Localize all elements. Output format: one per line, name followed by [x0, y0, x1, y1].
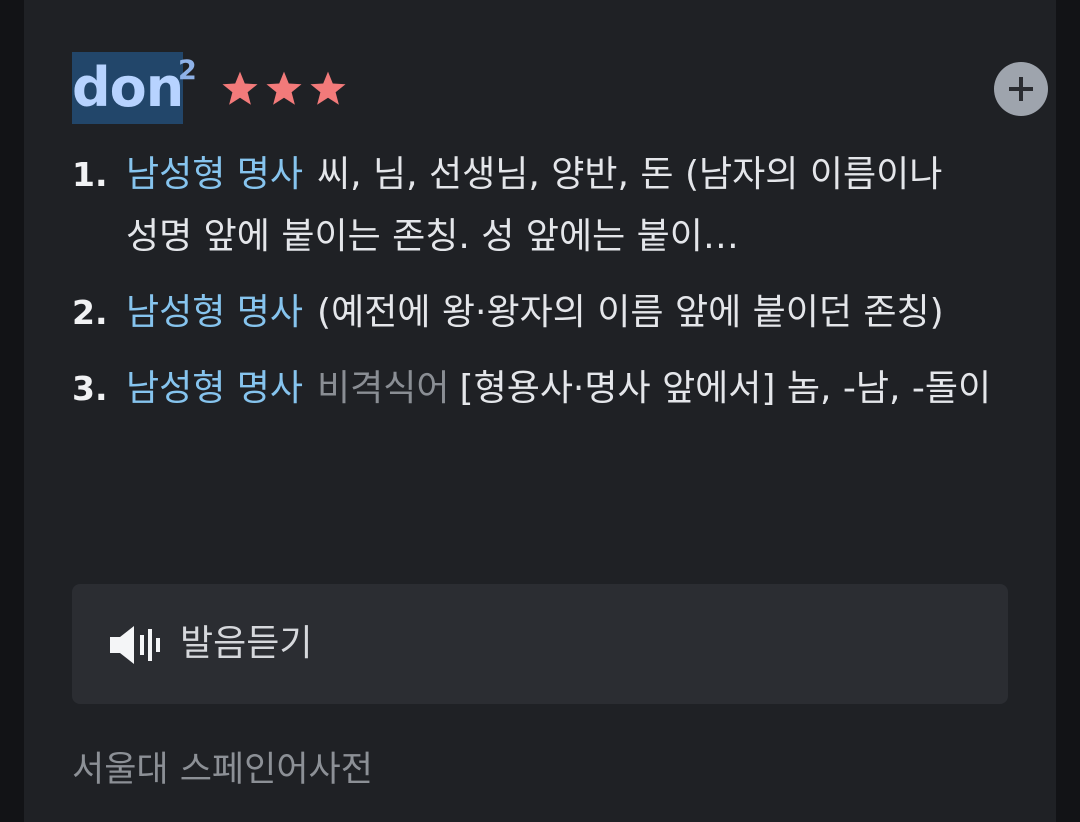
- definition-body: 남성형 명사 (예전에 왕·왕자의 이름 앞에 붙이던 존칭): [126, 282, 1012, 344]
- star-icon: [264, 70, 304, 108]
- dictionary-source[interactable]: 서울대 스페인어사전: [72, 744, 373, 796]
- part-of-speech: 남성형 명사: [126, 292, 304, 333]
- part-of-speech: 남성형 명사: [126, 154, 304, 195]
- listen-pronunciation-label: 발음듣기: [180, 623, 313, 664]
- definition-body: 남성형 명사 씨, 님, 선생님, 양반, 돈 (남자의 이름이나 성명 앞에 붙…: [126, 144, 1012, 268]
- add-to-wordbook-button[interactable]: [994, 62, 1048, 116]
- definition-text: [형용사·명사 앞에서] 놈, -남, -돌이: [459, 368, 992, 409]
- star-icon: [308, 70, 348, 108]
- definition-list: 1. 남성형 명사 씨, 님, 선생님, 양반, 돈 (남자의 이름이나 성명 앞…: [72, 144, 1012, 434]
- speaker-icon: [108, 624, 164, 670]
- star-icon: [220, 70, 260, 108]
- headword[interactable]: don: [72, 52, 184, 124]
- definition-number: 1.: [72, 155, 108, 194]
- headword-row: don 2: [72, 52, 1048, 124]
- definition-text: (예전에 왕·왕자의 이름 앞에 붙이던 존칭): [317, 292, 944, 333]
- definition-item: 1. 남성형 명사 씨, 님, 선생님, 양반, 돈 (남자의 이름이나 성명 앞…: [72, 144, 1012, 268]
- homonym-number: 2: [178, 55, 197, 86]
- part-of-speech: 남성형 명사: [126, 368, 304, 409]
- definition-number: 2.: [72, 293, 108, 332]
- definition-number: 3.: [72, 369, 108, 408]
- definition-item: 3. 남성형 명사 비격식어 [형용사·명사 앞에서] 놈, -남, -돌이: [72, 358, 1012, 420]
- definition-item: 2. 남성형 명사 (예전에 왕·왕자의 이름 앞에 붙이던 존칭): [72, 282, 1012, 344]
- dictionary-entry-card: don 2 1. 남성형 명사 씨, 님, 선생님, 양반, 돈 (남자의 이름이…: [24, 0, 1056, 822]
- definition-body: 남성형 명사 비격식어 [형용사·명사 앞에서] 놈, -남, -돌이: [126, 358, 1012, 420]
- listen-pronunciation-button[interactable]: 발음듣기: [72, 584, 1008, 704]
- plus-circle-icon: [1009, 77, 1033, 101]
- register-label: 비격식어: [317, 368, 450, 409]
- importance-stars: [220, 62, 348, 116]
